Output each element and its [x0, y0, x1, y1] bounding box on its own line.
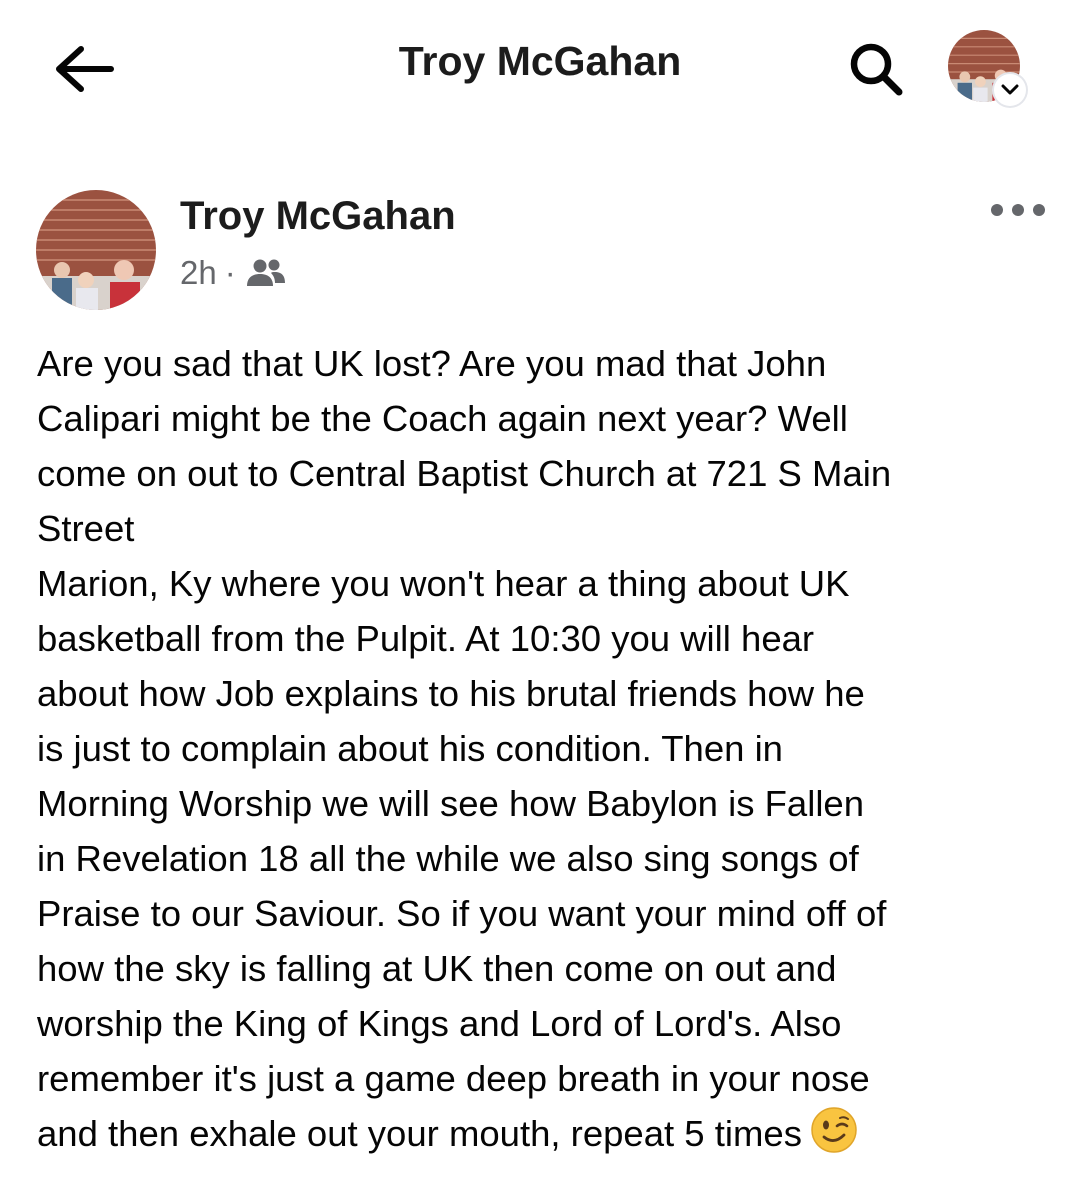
- chevron-down-icon: [1001, 84, 1019, 95]
- search-icon: [850, 43, 903, 96]
- post-line: how the sky is falling at UK then come o…: [37, 948, 837, 989]
- author-avatar[interactable]: [36, 190, 156, 310]
- post-line: is just to complain about his condition.…: [37, 728, 783, 769]
- post-line: Marion, Ky where you won't hear a thing …: [37, 563, 850, 604]
- post-line: Are you sad that UK lost? Are you mad th…: [37, 343, 827, 384]
- post-line: come on out to Central Baptist Church at…: [37, 453, 892, 494]
- post-line: remember it's just a game deep breath in…: [37, 1058, 870, 1099]
- account-menu-button[interactable]: [944, 28, 1026, 108]
- winking-face-emoji: [811, 1107, 857, 1153]
- post-header: Troy McGahan 2h ·: [0, 180, 1080, 320]
- page-title: Troy McGahan: [398, 38, 682, 84]
- post-line: about how Job explains to his brutal fri…: [37, 673, 865, 714]
- post-options-button[interactable]: [980, 190, 1056, 230]
- chevron-down-badge: [994, 74, 1026, 106]
- top-bar: Troy McGahan: [0, 0, 1080, 140]
- post-line: Calipari might be the Coach again next y…: [37, 398, 848, 439]
- search-button[interactable]: [838, 34, 914, 104]
- arrow-left-icon: [56, 46, 114, 92]
- post-text: Are you sad that UK lost? Are you mad th…: [37, 336, 1057, 1161]
- back-button[interactable]: [44, 34, 124, 104]
- author-name[interactable]: Troy McGahan: [180, 194, 456, 239]
- meta-separator: ·: [224, 254, 236, 291]
- post-line: Street: [37, 508, 135, 549]
- post-line: Morning Worship we will see how Babylon …: [37, 783, 865, 824]
- post-time[interactable]: 2h: [180, 254, 217, 292]
- post-meta: 2h ·: [180, 254, 286, 292]
- post-line: basketball from the Pulpit. At 10:30 you…: [37, 618, 815, 659]
- post-line: and then exhale out your mouth, repeat 5…: [37, 1113, 802, 1154]
- post-line: worship the King of Kings and Lord of Lo…: [37, 1003, 842, 1044]
- post-line: Praise to our Saviour. So if you want yo…: [37, 893, 887, 934]
- friends-icon[interactable]: [246, 257, 286, 289]
- more-horizontal-icon: [991, 204, 1045, 216]
- post-line: in Revelation 18 all the while we also s…: [37, 838, 859, 879]
